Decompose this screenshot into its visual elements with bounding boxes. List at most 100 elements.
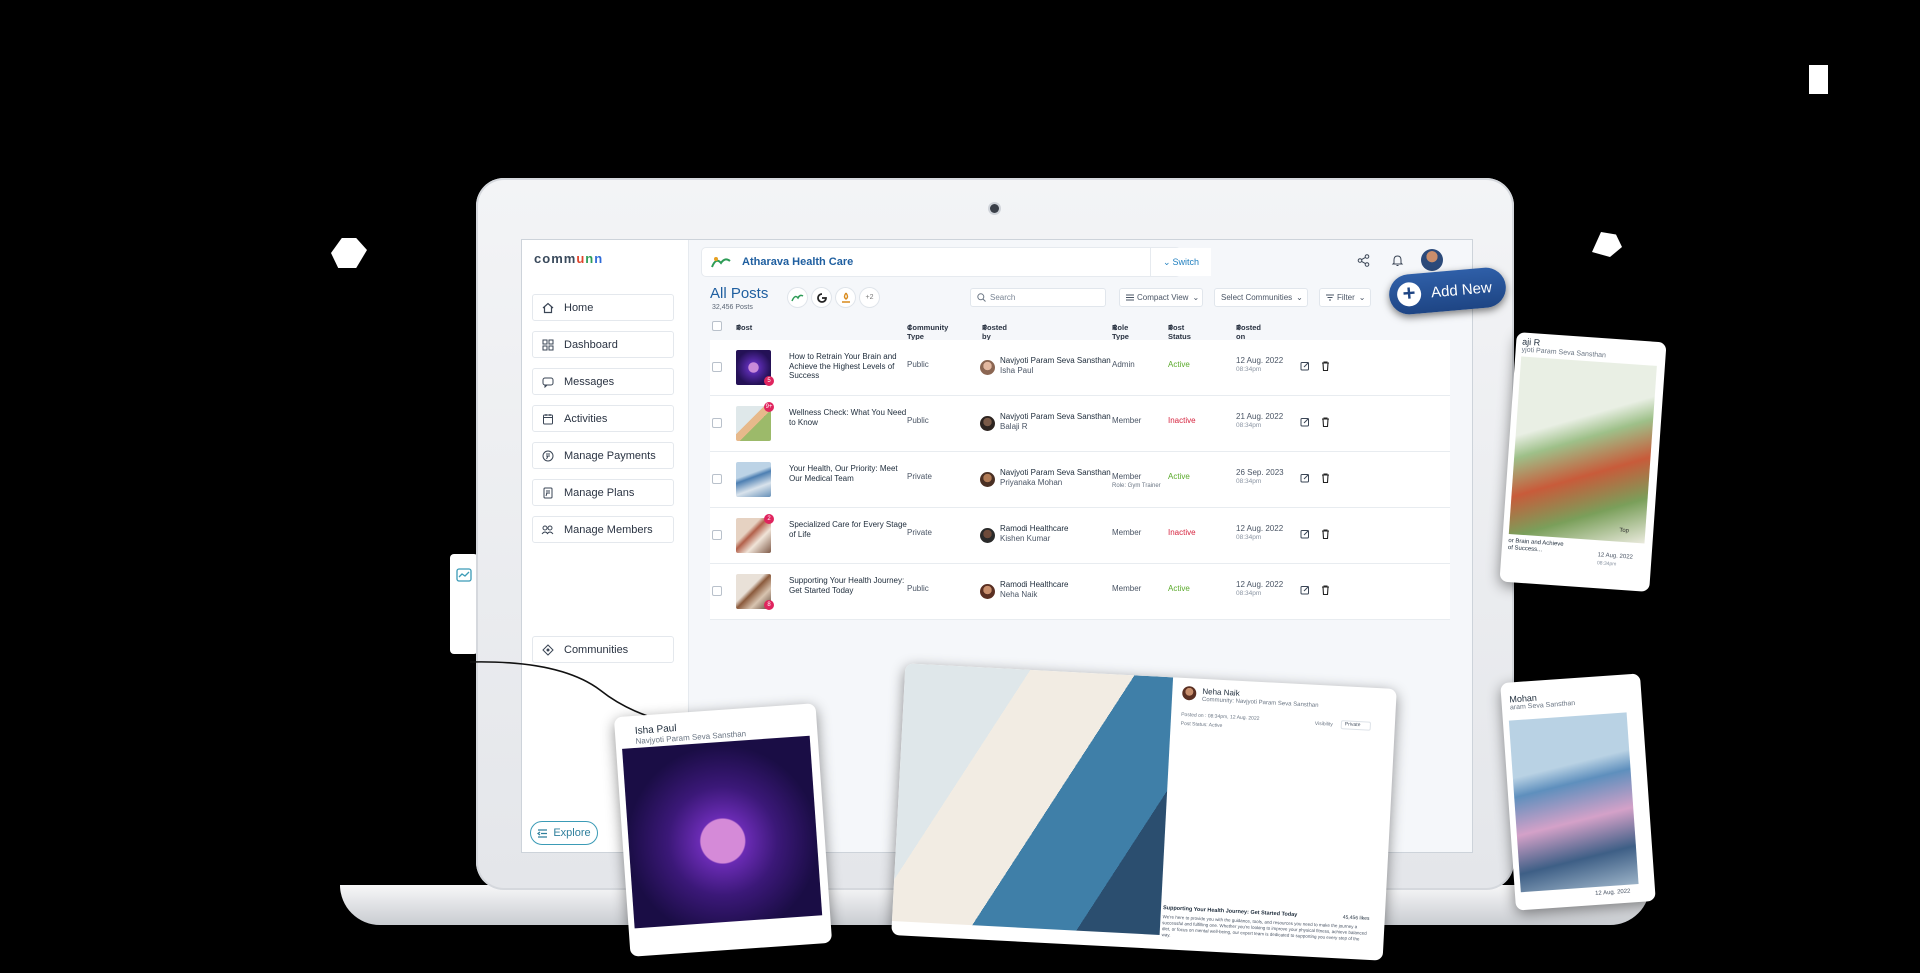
- visibility-select[interactable]: Private: [1340, 720, 1372, 731]
- column-header[interactable]: Role Type ⇕: [1112, 323, 1129, 341]
- table-row[interactable]: 5 How to Retrain Your Brain and Achieve …: [710, 340, 1450, 396]
- posted-date: 26 Sep. 2023: [1236, 468, 1284, 477]
- row-checkbox[interactable]: [712, 362, 722, 372]
- row-checkbox[interactable]: [712, 530, 722, 540]
- column-header[interactable]: Post Status ⇕: [1168, 323, 1191, 341]
- status-badge: Active: [1168, 584, 1190, 593]
- column-header[interactable]: Post ⇕: [736, 323, 752, 332]
- notifications-button[interactable]: [1389, 252, 1405, 268]
- post-title[interactable]: Specialized Care for Every Stage of Life: [789, 520, 909, 539]
- trash-icon: [1321, 585, 1329, 595]
- decor-speck: [1592, 232, 1622, 257]
- posted-time: 08:34pm: [1236, 478, 1262, 485]
- isha-post-card[interactable]: Isha Paul Navjyoti Param Seva Sansthan: [613, 703, 833, 957]
- column-header[interactable]: Community Type ⇕: [907, 323, 948, 341]
- user-avatar[interactable]: [1421, 249, 1443, 271]
- balaji-post-card[interactable]: aji R yjoti Param Seva Sansthan Top or B…: [1499, 332, 1667, 592]
- row-checkbox[interactable]: [712, 474, 722, 484]
- posted-time: 08:34pm: [1236, 534, 1262, 541]
- post-title[interactable]: How to Retrain Your Brain and Achieve th…: [789, 352, 909, 381]
- avatar: [980, 528, 995, 543]
- add-new-label: Add New: [1430, 278, 1493, 301]
- edit-button[interactable]: [1299, 528, 1311, 540]
- edit-button[interactable]: [1299, 416, 1311, 428]
- delete-button[interactable]: [1319, 360, 1331, 372]
- post-badge: 9+: [764, 402, 774, 412]
- community-type: Private: [907, 472, 932, 481]
- table-row[interactable]: 2 Specialized Care for Every Stage of Li…: [710, 508, 1450, 564]
- view-select[interactable]: Compact View ⌄: [1119, 288, 1203, 307]
- sidebar-item-label: Messages: [564, 375, 615, 388]
- post-badge: 2: [764, 514, 774, 524]
- column-header[interactable]: Posted by ⇕: [982, 323, 1007, 341]
- app-logo-text: communn: [534, 251, 604, 266]
- table-row[interactable]: Your Health, Our Priority: Meet Our Medi…: [710, 452, 1450, 508]
- sidebar-item-dashboard[interactable]: Dashboard: [532, 331, 674, 358]
- woman-eating-image: [1508, 356, 1657, 544]
- row-checkbox[interactable]: [712, 586, 722, 596]
- communities-select-label: Select Communities: [1221, 293, 1293, 302]
- switch-button[interactable]: ⌄ Switch: [1150, 248, 1211, 276]
- sidebar-item-members[interactable]: Manage Members: [532, 516, 674, 543]
- column-header-label: Posted by: [982, 323, 1008, 341]
- mohan-post-card[interactable]: Mohan aram Seva Sansthan 12 Aug. 2022: [1500, 673, 1656, 911]
- post-badge: 5: [764, 376, 774, 386]
- community-bar: Atharava Health Care ⌄ Switch: [702, 248, 1211, 276]
- posted-by-org: Ramodi Healthcare: [1000, 580, 1069, 589]
- posted-by-name: Kishen Kumar: [1000, 534, 1051, 543]
- delete-button[interactable]: [1319, 584, 1331, 596]
- delete-button[interactable]: [1319, 528, 1331, 540]
- posted-date: 12 Aug. 2022: [1236, 356, 1284, 365]
- post-title[interactable]: Wellness Check: What You Need to Know: [789, 408, 909, 427]
- sidebar-item-label: Manage Plans: [564, 486, 635, 499]
- communities-select[interactable]: Select Communities ⌄: [1214, 288, 1308, 307]
- trash-icon: [1321, 473, 1329, 483]
- home-icon: [542, 302, 553, 313]
- filter-icon: [1326, 294, 1334, 301]
- trash-icon: [1321, 361, 1329, 371]
- post-badge: 8: [764, 600, 774, 610]
- sidebar-item-label: Home: [564, 301, 594, 314]
- card-date: 12 Aug. 2022: [1597, 552, 1634, 561]
- edit-button[interactable]: [1299, 584, 1311, 596]
- sidebar-item-communities[interactable]: Communities: [532, 636, 674, 663]
- sidebar-item-home[interactable]: Home: [532, 294, 674, 321]
- post-title[interactable]: Supporting Your Health Journey: Get Star…: [789, 576, 909, 595]
- search-icon: [977, 293, 986, 302]
- sidebar-item-plans[interactable]: Manage Plans: [532, 479, 674, 506]
- trash-icon: [1321, 529, 1329, 539]
- more-communities-chip[interactable]: +2: [860, 288, 879, 307]
- row-checkbox[interactable]: [712, 418, 722, 428]
- table-row[interactable]: 8 Supporting Your Health Journey: Get St…: [710, 564, 1450, 620]
- edit-button[interactable]: [1299, 360, 1311, 372]
- visibility-value: Private: [1344, 721, 1361, 729]
- chevron-down-icon: ⌄: [1162, 256, 1171, 267]
- neha-post-detail-card[interactable]: Neha Naik Community: Navjyoti Param Seva…: [891, 663, 1397, 961]
- post-title[interactable]: Your Health, Our Priority: Meet Our Medi…: [789, 464, 909, 483]
- post-thumbnail[interactable]: [736, 462, 771, 497]
- community-chip-1[interactable]: [788, 288, 807, 307]
- delete-button[interactable]: [1319, 416, 1331, 428]
- column-header-label: Community Type: [907, 323, 949, 341]
- search-input[interactable]: Search: [970, 288, 1106, 307]
- status-badge: Active: [1168, 360, 1190, 369]
- avatar: [980, 360, 995, 375]
- app-logo: communn: [534, 251, 603, 266]
- card-tag: Top: [1619, 527, 1630, 535]
- role-type: Member: [1112, 416, 1142, 425]
- explore-button[interactable]: Explore: [530, 821, 598, 845]
- sidebar-item-payments[interactable]: Manage Payments: [532, 442, 674, 469]
- community-chip-3[interactable]: [836, 288, 855, 307]
- edit-button[interactable]: [1299, 472, 1311, 484]
- sidebar-item-messages[interactable]: Messages: [532, 368, 674, 395]
- column-header[interactable]: Posted on ⇕: [1236, 323, 1261, 341]
- avatar: [1181, 685, 1197, 701]
- table-row[interactable]: 9+ Wellness Check: What You Need to Know…: [710, 396, 1450, 452]
- community-chip-2[interactable]: [812, 288, 831, 307]
- edit-icon: [1300, 530, 1309, 539]
- sidebar-item-activities[interactable]: Activities: [532, 405, 674, 432]
- filter-button[interactable]: Filter ⌄: [1319, 288, 1371, 307]
- delete-button[interactable]: [1319, 472, 1331, 484]
- camera: [990, 204, 999, 213]
- share-button[interactable]: [1355, 252, 1371, 268]
